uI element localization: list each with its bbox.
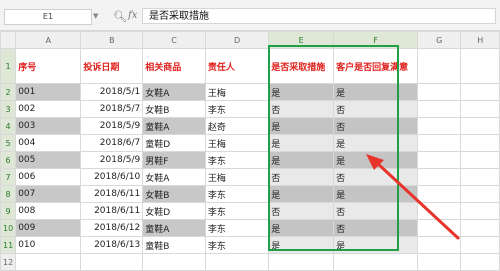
annotation-arrow xyxy=(366,154,460,240)
